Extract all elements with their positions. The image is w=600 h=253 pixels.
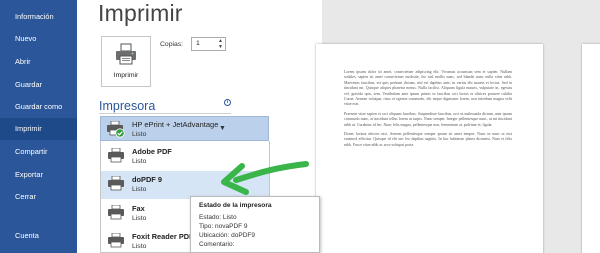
copies-stepper[interactable]: 1 ▲ ▼ — [191, 37, 226, 51]
printer-option-status: Listo — [132, 243, 147, 250]
printer-status-tooltip: Estado de la impresora Estado: Listo Tip… — [190, 196, 320, 253]
nav-item-cuenta[interactable]: Cuenta — [0, 225, 77, 247]
printer-icon — [108, 176, 124, 191]
nav-item-imprimir[interactable]: Imprimir — [0, 118, 77, 140]
printer-option-status: Listo — [132, 186, 147, 193]
selected-printer-status: Listo — [132, 131, 147, 138]
fax-icon — [108, 205, 124, 220]
tooltip-line: Comentario: — [199, 241, 235, 248]
backstage-nav: Información Nuevo Abrir Guardar Guardar … — [0, 0, 77, 253]
nav-item-compartir[interactable]: Compartir — [0, 141, 77, 163]
printer-option-status: Listo — [132, 215, 147, 222]
printer-icon — [108, 148, 124, 163]
nav-item-guardar-como[interactable]: Guardar como — [0, 96, 77, 118]
copies-label: Copias: — [160, 41, 184, 48]
printer-option-name: Fax — [132, 204, 145, 213]
section-divider — [99, 113, 231, 114]
preview-paragraph: Praesent vitae sapien et orci aliquam fa… — [344, 111, 512, 127]
selected-printer-name: HP ePrint + JetAdvantage — [132, 120, 219, 129]
tooltip-line: Ubicación: doPDF9 — [199, 232, 255, 239]
preview-page: Lorem ipsum dolor sit amet, consectetuer… — [316, 44, 543, 253]
printer-select[interactable]: HP ePrint + JetAdvantage Listo ▼ — [100, 116, 269, 141]
tooltip-line: Tipo: novaPDF 9 — [199, 223, 248, 230]
nav-item-exportar[interactable]: Exportar — [0, 164, 77, 186]
preview-page-next — [582, 44, 600, 253]
printer-section-heading: Impresora — [99, 99, 156, 113]
printer-option-name: Foxit Reader PDF — [132, 232, 194, 241]
tooltip-title: Estado de la impresora — [199, 202, 272, 209]
chevron-down-icon[interactable]: ▼ — [219, 125, 226, 132]
info-icon[interactable]: i — [224, 99, 231, 106]
spin-arrows-icon[interactable]: ▲ ▼ — [218, 38, 223, 50]
print-button-label: Imprimir — [113, 72, 139, 79]
nav-item-informacion[interactable]: Información — [0, 6, 77, 28]
page-title: Imprimir — [98, 0, 183, 26]
printer-icon — [108, 233, 124, 248]
printer-ready-icon — [107, 121, 125, 138]
tooltip-line: Estado: Listo — [199, 214, 237, 221]
printer-option-status: Listo — [132, 158, 147, 165]
copies-value: 1 — [196, 40, 200, 47]
nav-item-cerrar[interactable]: Cerrar — [0, 186, 77, 208]
preview-paragraph: Lorem ipsum dolor sit amet, consectetuer… — [344, 70, 512, 107]
nav-item-guardar[interactable]: Guardar — [0, 74, 77, 96]
printer-icon — [116, 43, 136, 65]
print-backstage-view: Información Nuevo Abrir Guardar Guardar … — [0, 0, 600, 253]
printer-option-name: Adobe PDF — [132, 147, 172, 156]
preview-paragraph: Donec lacinia ultrices nisi. Aenean pell… — [344, 132, 512, 147]
nav-item-abrir[interactable]: Abrir — [0, 51, 77, 73]
nav-item-nuevo[interactable]: Nuevo — [0, 28, 77, 50]
preview-text: Lorem ipsum dolor sit amet, consectetuer… — [344, 70, 512, 152]
print-button[interactable]: Imprimir — [101, 36, 151, 87]
